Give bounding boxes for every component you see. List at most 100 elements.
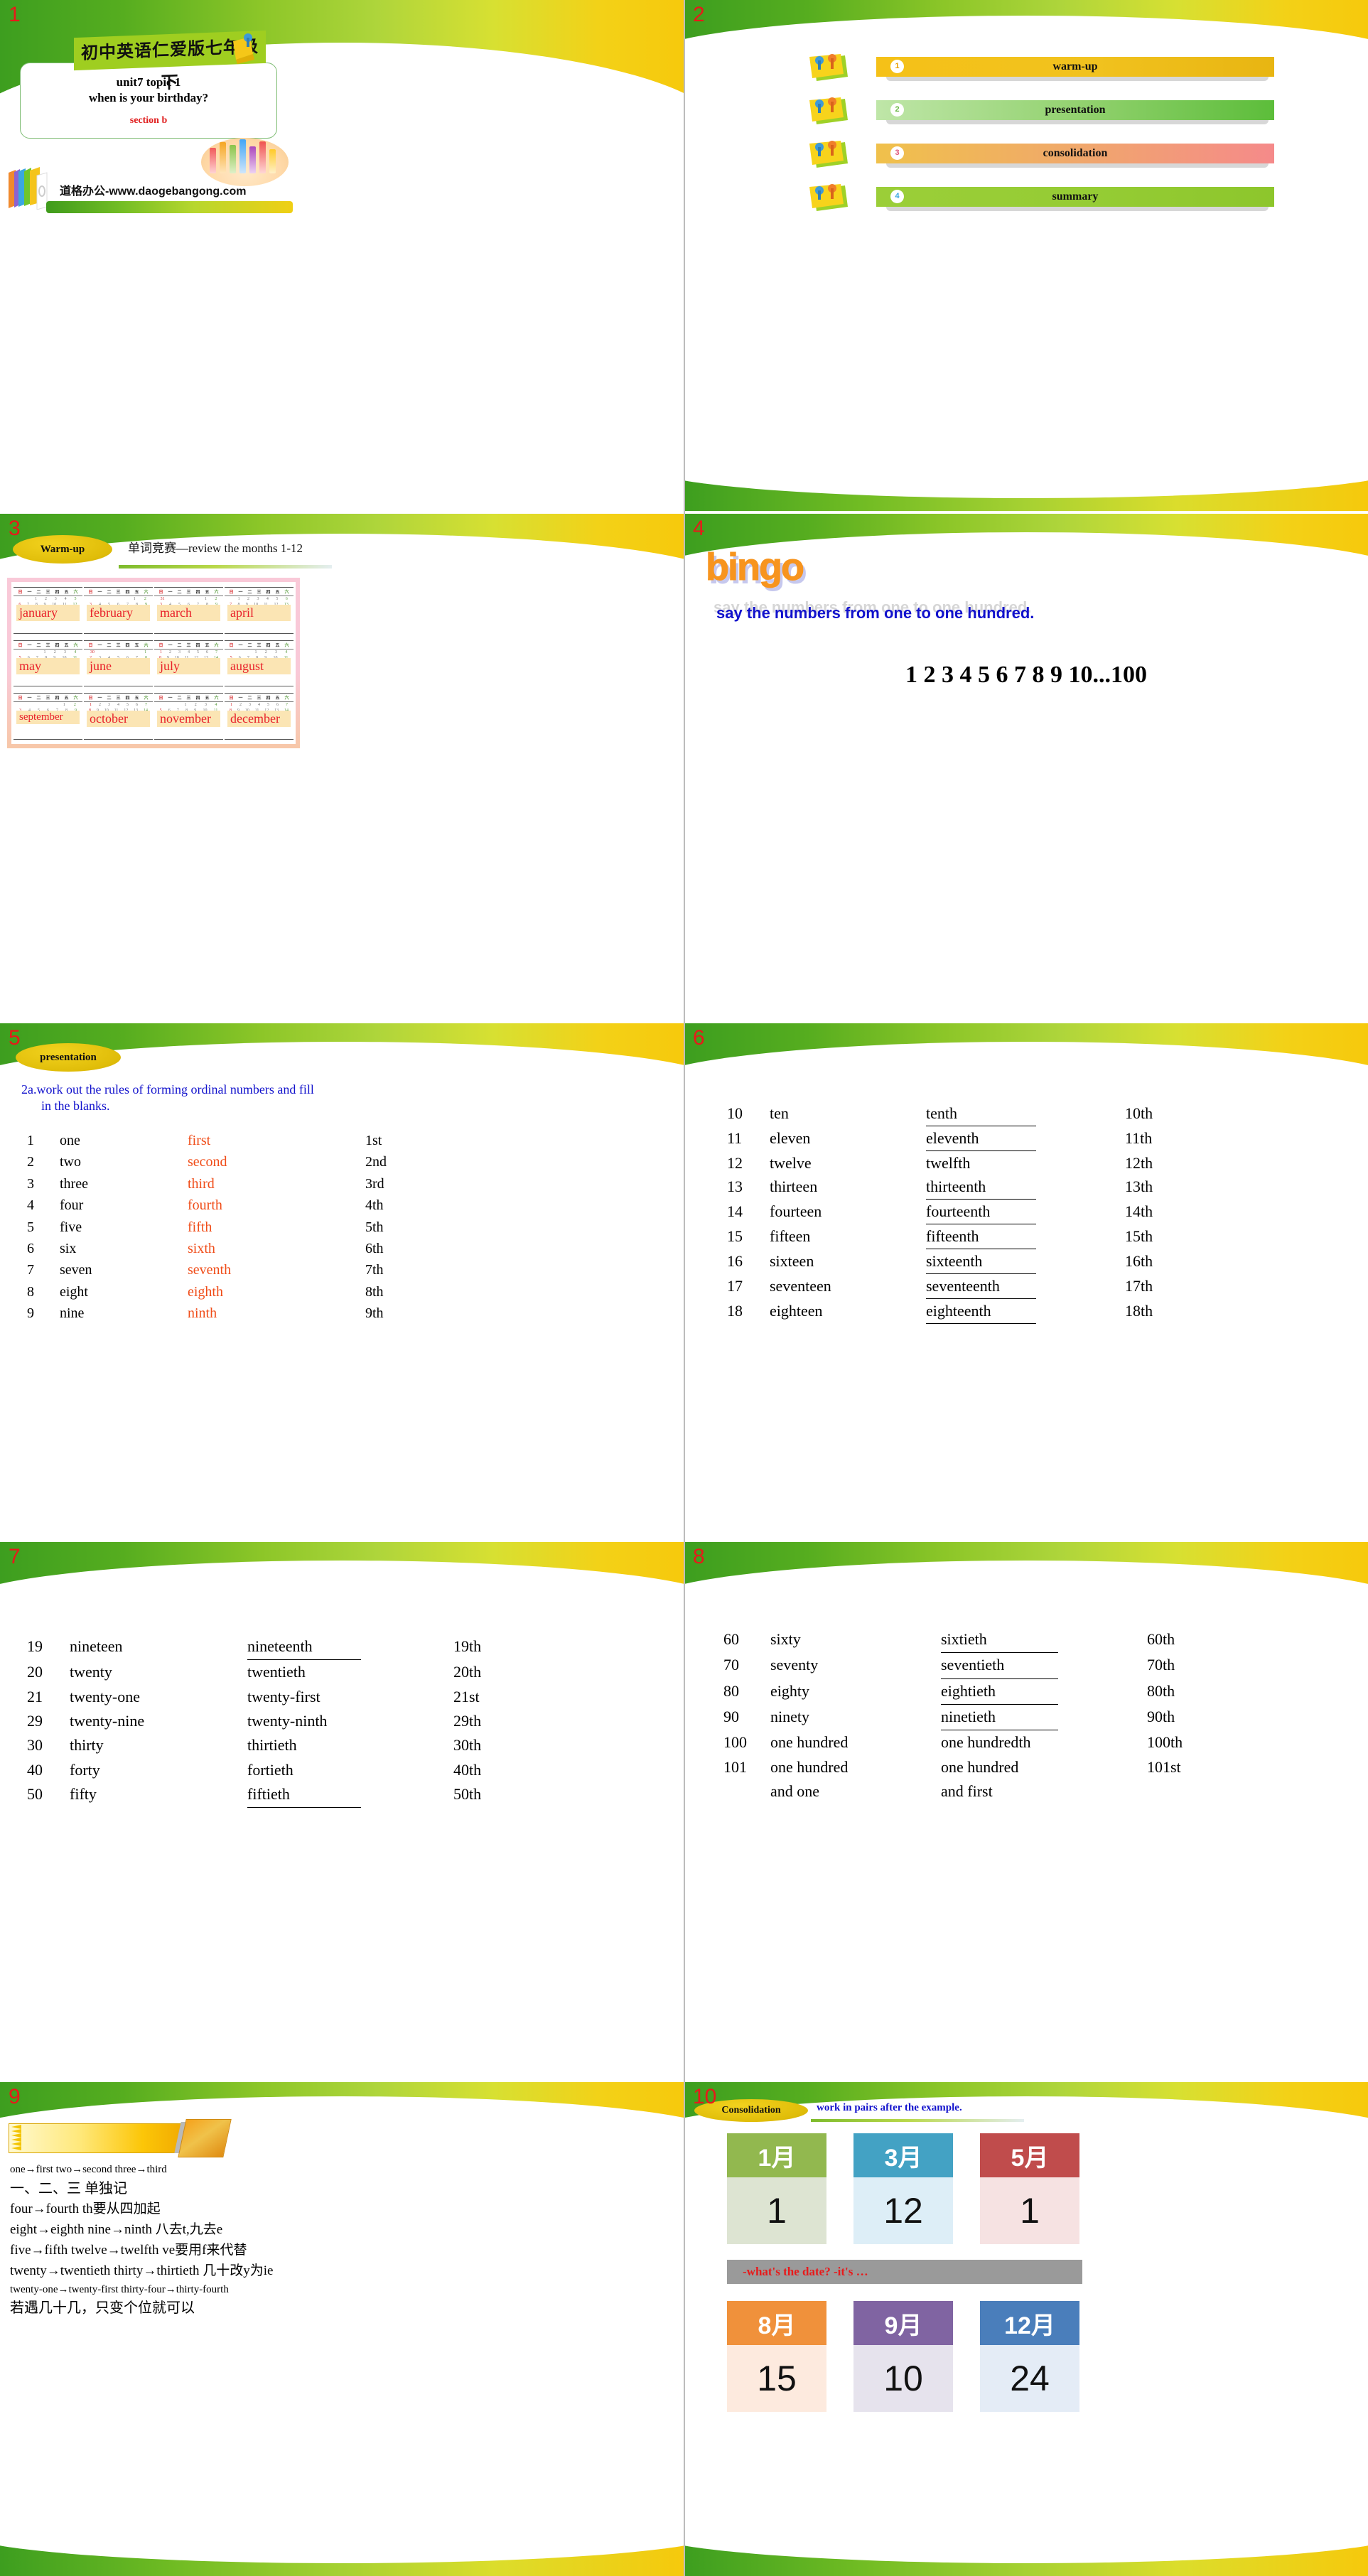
ordinal-abbreviation: 101st [1147, 1757, 1181, 1776]
cardinal-word: thirty [70, 1736, 104, 1755]
calendar-day: 1 [144, 650, 147, 654]
cardinal-word: and one [770, 1782, 820, 1800]
agenda-bar[interactable]: 3 consolidation [876, 144, 1274, 168]
ordinal-row: 30 thirty thirtieth 30th [27, 1733, 659, 1757]
calendar-day: 1 [254, 650, 257, 654]
ordinal-word: thirteenth [926, 1175, 1036, 1200]
agenda-item-consolidation[interactable]: 3 consolidation [809, 141, 1274, 168]
weekday-label: 六 [144, 591, 149, 595]
ordinal-row: 40 forty fortieth 40th [27, 1758, 659, 1782]
date-card[interactable]: 8月 15 [727, 2301, 826, 2412]
ordinal-word: twenty-ninth [247, 1711, 328, 1730]
slide-number: 3 [9, 517, 21, 540]
weekday-label: 一 [238, 643, 243, 648]
ordinal-word: seventh [188, 1262, 232, 1278]
calendar-month-cell: 日一二三四五六 1234567891011may [14, 637, 82, 689]
cardinal-word: one hundred [770, 1757, 849, 1776]
ordinal-word: eightieth [941, 1679, 1058, 1705]
slide-bottom-band [684, 434, 1368, 511]
date-card-day: 1 [727, 2177, 826, 2244]
weekday-label: 四 [125, 591, 130, 595]
calendar-weekday-header: 日一二三四五六 [14, 693, 82, 703]
agenda-bar[interactable]: 2 presentation [876, 100, 1274, 124]
ordinal-cell: twenty-ninth [247, 1709, 453, 1733]
cardinal-number: 8 [27, 1283, 34, 1300]
calendar-day: 3 [249, 703, 251, 708]
date-card[interactable]: 1月 1 [727, 2133, 826, 2244]
cardinal-number: 15 [727, 1227, 743, 1245]
ordinal-cell: and first [941, 1779, 1147, 1804]
ordinal-row: 17 seventeen seventeenth 17th [727, 1274, 1345, 1299]
weekday-label: 四 [195, 591, 200, 595]
ordinal-rules-text: one→first two→second three→third 一、二、三 单独… [10, 2162, 678, 2319]
weekday-label: 六 [144, 643, 149, 648]
ordinal-cell: third [188, 1173, 365, 1195]
slide-bottom-band [0, 2499, 684, 2576]
agenda-bar[interactable]: 1 warm-up [876, 57, 1274, 81]
calendar-day: 6 [206, 650, 208, 654]
weekday-label: 六 [284, 591, 289, 595]
bingo-title: bingo [706, 546, 805, 589]
cardinal-number: 100 [723, 1733, 747, 1752]
date-card[interactable]: 5月 1 [980, 2133, 1079, 2244]
slide-bottom-band [684, 2499, 1368, 2576]
ordinal-table-10-18: 10 ten tenth 10th 11 eleven eleventh 11th 12 twel… [727, 1101, 1345, 1324]
calendar-weekday-header: 日一二三四五六 [154, 587, 223, 596]
ordinal-abbreviation: 20th [453, 1663, 482, 1681]
cardinal-word: seven [60, 1262, 92, 1278]
ordinal-row: 8 eight eighth 8th [27, 1281, 652, 1303]
ordinal-abbreviation: 50th [453, 1784, 482, 1803]
weekday-label: 四 [266, 643, 271, 648]
calendar-day-row: 1 2 3 4 5 6 7 [225, 702, 293, 708]
calendar-month-cell: 日一二三四五六 123456789february [84, 584, 153, 636]
weekday-label: 六 [214, 696, 219, 701]
calendar-month-cell: 日一二三四五六 1234567891011november [154, 690, 223, 742]
ordinal-word: one hundredth [941, 1733, 1031, 1752]
calendar-month-cell: 日一二三四五六1234567891011121314december [225, 690, 293, 742]
agenda-item-summary[interactable]: 4 summary [809, 184, 1274, 211]
ordinal-cell: seventeenth [926, 1274, 1125, 1299]
calendar-weekday-header: 日一二三四五六 [84, 587, 153, 596]
date-card[interactable]: 9月 10 [853, 2301, 953, 2412]
ordinal-word: eighteenth [926, 1299, 1036, 1324]
ordinal-word: fourteenth [926, 1200, 1036, 1224]
cardinal-word: twenty-one [70, 1687, 140, 1705]
weekday-label: 五 [134, 696, 139, 701]
calendar-weekday-header: 日一二三四五六 [84, 693, 153, 703]
date-card-month: 9月 [853, 2301, 953, 2345]
date-card[interactable]: 3月 12 [853, 2133, 953, 2244]
date-card-day: 12 [853, 2177, 953, 2244]
cardinal-word: sixty [770, 1630, 801, 1648]
ordinal-word: thirtieth [247, 1736, 297, 1755]
weekday-label: 五 [134, 591, 139, 595]
slide-number: 1 [9, 3, 21, 26]
ordinal-table-19-50: 19 nineteen nineteenth 19th 20 twenty twentiet… [27, 1634, 659, 1809]
birthday-cake-image [201, 138, 289, 186]
weekday-label: 三 [257, 696, 262, 701]
slide-top-band [684, 0, 1368, 101]
ordinal-row: 7 seven seventh 7th [27, 1259, 652, 1281]
weekday-label: 二 [107, 591, 112, 595]
date-card[interactable]: 12月 24 [980, 2301, 1079, 2412]
weekday-label: 日 [158, 643, 163, 648]
ordinal-abbreviation: 18th [1125, 1302, 1153, 1320]
cardinal-word: three [60, 1175, 88, 1192]
calendar-month-cell: 日一二三四五六30 12345678june [84, 637, 153, 689]
ordinal-cell: nineteenth [247, 1634, 453, 1661]
calendar-day: 4 [215, 703, 217, 708]
weekday-label: 二 [36, 591, 41, 595]
cardinal-number: 50 [27, 1784, 43, 1803]
calendar-footer-rule [225, 679, 293, 687]
title-rule [811, 2119, 1024, 2122]
calendar-panel: 日一二三四五六 123456789101112january日一二三四五六 12… [7, 578, 300, 748]
weekday-label: 日 [229, 591, 234, 595]
ordinal-word: and first [941, 1782, 993, 1800]
ordinal-cell: fourteenth [926, 1200, 1125, 1224]
weekday-label: 一 [97, 591, 102, 595]
ordinal-abbreviation: 60th [1147, 1630, 1175, 1648]
ordinal-word: sixtieth [941, 1627, 1058, 1654]
agenda-item-warm-up[interactable]: 1 warm-up [809, 54, 1274, 81]
month-name-label: february [87, 605, 150, 622]
agenda-item-presentation[interactable]: 2 presentation [809, 97, 1274, 124]
agenda-bar[interactable]: 4 summary [876, 187, 1274, 211]
